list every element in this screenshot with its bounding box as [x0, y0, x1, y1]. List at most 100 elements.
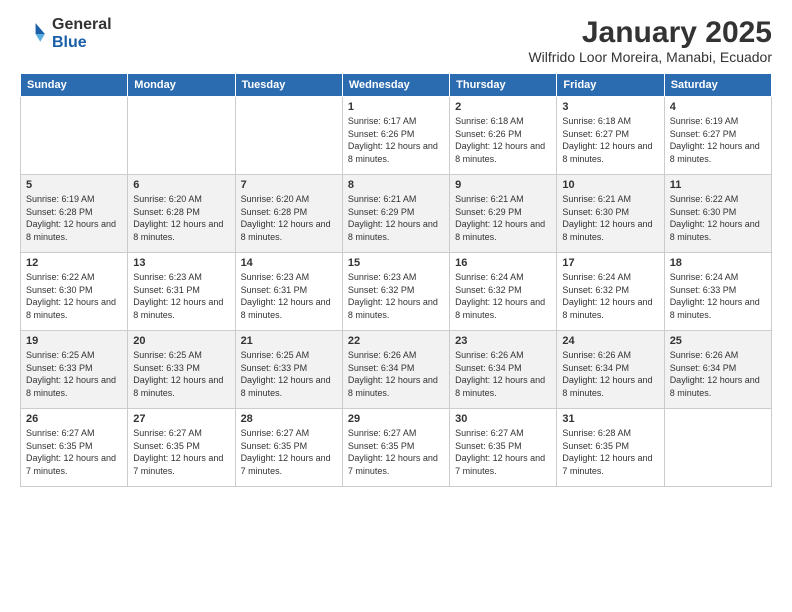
- day-info-line: Sunset: 6:35 PM: [348, 441, 415, 451]
- day-info-line: Sunrise: 6:26 AM: [670, 350, 739, 360]
- day-info-line: Daylight: 12 hours and 8 minutes.: [562, 375, 652, 398]
- day-info-line: Sunrise: 6:21 AM: [562, 194, 631, 204]
- table-row: 8Sunrise: 6:21 AMSunset: 6:29 PMDaylight…: [342, 175, 449, 253]
- day-info-line: Sunset: 6:27 PM: [562, 129, 629, 139]
- day-info-line: Sunset: 6:35 PM: [26, 441, 93, 451]
- day-info: Sunrise: 6:21 AMSunset: 6:29 PMDaylight:…: [348, 193, 444, 243]
- calendar-week-row: 1Sunrise: 6:17 AMSunset: 6:26 PMDaylight…: [21, 97, 772, 175]
- day-number: 10: [562, 179, 658, 191]
- header-tuesday: Tuesday: [235, 74, 342, 97]
- day-info-line: Daylight: 12 hours and 7 minutes.: [348, 453, 438, 476]
- day-number: 27: [133, 413, 229, 425]
- table-row: 10 Sunrise: 6:21 AM Sunset: 6:30 PM Dayligh…: [557, 175, 664, 253]
- header-sunday: Sunday: [21, 74, 128, 97]
- day-number: 14: [241, 257, 337, 269]
- header-thursday: Thursday: [450, 74, 557, 97]
- day-info: Sunrise: 6:24 AMSunset: 6:33 PMDaylight:…: [670, 271, 766, 321]
- day-info-line: Sunset: 6:30 PM: [562, 207, 629, 217]
- day-info-line: Sunrise: 6:20 AM: [241, 194, 310, 204]
- day-number: 4: [670, 101, 766, 113]
- days-header-row: Sunday Monday Tuesday Wednesday Thursday…: [21, 74, 772, 97]
- day-info-line: Sunrise: 6:25 AM: [241, 350, 310, 360]
- day-info-line: Sunrise: 6:26 AM: [455, 350, 524, 360]
- day-info-line: Sunset: 6:35 PM: [133, 441, 200, 451]
- title-block: January 2025 Wilfrido Loor Moreira, Mana…: [528, 16, 772, 65]
- day-info: Sunrise: 6:26 AMSunset: 6:34 PMDaylight:…: [348, 349, 444, 399]
- day-number: 20: [133, 335, 229, 347]
- day-info-line: Sunset: 6:26 PM: [455, 129, 522, 139]
- table-row: 29 Sunrise: 6:27 AMSunset: 6:35 PMDayligh…: [342, 409, 449, 487]
- day-info-line: Sunrise: 6:18 AM: [455, 116, 524, 126]
- day-info-line: Daylight: 12 hours and 8 minutes.: [455, 141, 545, 164]
- table-row: 13Sunrise: 6:23 AMSunset: 6:31 PMDayligh…: [128, 253, 235, 331]
- day-info-line: Sunset: 6:31 PM: [241, 285, 308, 295]
- day-number: 17: [562, 257, 658, 269]
- day-info-line: Daylight: 12 hours and 8 minutes.: [348, 375, 438, 398]
- day-info: Sunrise: 6:20 AMSunset: 6:28 PMDaylight:…: [241, 193, 337, 243]
- day-info-line: Sunrise: 6:27 AM: [455, 428, 524, 438]
- day-number: 25: [670, 335, 766, 347]
- day-number: 16: [455, 257, 551, 269]
- calendar-week-row: 12 Sunrise: 6:22 AMSunset: 6:30 PMDayligh…: [21, 253, 772, 331]
- table-row: 14Sunrise: 6:23 AMSunset: 6:31 PMDayligh…: [235, 253, 342, 331]
- day-info: Sunrise: 6:24 AMSunset: 6:32 PMDaylight:…: [455, 271, 551, 321]
- day-info-line: Sunrise: 6:21 AM: [348, 194, 417, 204]
- day-number: 15: [348, 257, 444, 269]
- calendar-week-row: 5Sunrise: 6:19 AMSunset: 6:28 PMDaylight…: [21, 175, 772, 253]
- page: General Blue January 2025 Wilfrido Loor …: [0, 0, 792, 612]
- day-info-line: Daylight: 12 hours and 8 minutes.: [26, 219, 116, 242]
- table-row: 1Sunrise: 6:17 AMSunset: 6:26 PMDaylight…: [342, 97, 449, 175]
- day-info: Sunrise: 6:25 AM Sunset: 6:33 PM Daylight:…: [241, 349, 337, 399]
- day-info-line: Daylight: 12 hours and 8 minutes.: [348, 297, 438, 320]
- table-row: 24Sunrise: 6:26 AMSunset: 6:34 PMDayligh…: [557, 331, 664, 409]
- table-row: 27Sunrise: 6:27 AMSunset: 6:35 PMDayligh…: [128, 409, 235, 487]
- header-wednesday: Wednesday: [342, 74, 449, 97]
- day-info-line: Daylight: 12 hours and 8 minutes.: [455, 297, 545, 320]
- table-row: 21Sunrise: 6:25 AMSunset: 6:33 PMDayligh…: [235, 331, 342, 409]
- table-row: [128, 97, 235, 175]
- day-info-line: Daylight: 12 hours and 8 minutes.: [455, 219, 545, 242]
- header-saturday: Saturday: [664, 74, 771, 97]
- day-number: 12: [26, 257, 122, 269]
- day-info-line: Sunset: 6:33 PM: [670, 285, 737, 295]
- header-monday: Monday: [128, 74, 235, 97]
- day-info: Sunrise: 6:22 AMSunset: 6:30 PMDaylight:…: [670, 193, 766, 243]
- day-number: 6: [133, 179, 229, 191]
- table-row: 26Sunrise: 6:27 AMSunset: 6:35 PMDayligh…: [21, 409, 128, 487]
- day-info-line: Sunrise: 6:27 AM: [133, 428, 202, 438]
- day-info-line: Sunset: 6:32 PM: [562, 285, 629, 295]
- day-info-line: Daylight: 12 hours and 8 minutes.: [241, 375, 331, 398]
- day-number: 22: [348, 335, 444, 347]
- day-number: 2: [455, 101, 551, 113]
- day-info: Sunrise: 6:22 AMSunset: 6:30 PMDaylight:…: [26, 271, 122, 321]
- day-info: Sunrise: 6:24 AMSunset: 6:32 PMDaylight:…: [562, 271, 658, 321]
- table-row: 2 Sunrise: 6:18 AM Sunset: 6:26 PM Daylight…: [450, 97, 557, 175]
- table-row: 9Sunrise: 6:21 AMSunset: 6:29 PMDaylight…: [450, 175, 557, 253]
- table-row: 18Sunrise: 6:24 AMSunset: 6:33 PMDayligh…: [664, 253, 771, 331]
- day-info-line: Sunset: 6:28 PM: [241, 207, 308, 217]
- day-info-line: Sunset: 6:33 PM: [241, 363, 308, 373]
- day-number: 5: [26, 179, 122, 191]
- day-info-line: Daylight: 12 hours and 8 minutes.: [562, 219, 652, 242]
- day-number: 7: [241, 179, 337, 191]
- day-number: 29: [348, 413, 444, 425]
- table-row: 30Sunrise: 6:27 AMSunset: 6:35 PMDayligh…: [450, 409, 557, 487]
- day-info: Sunrise: 6:28 AMSunset: 6:35 PMDaylight:…: [562, 427, 658, 477]
- day-info: Sunrise: 6:26 AMSunset: 6:34 PMDaylight:…: [670, 349, 766, 399]
- day-info-line: Sunset: 6:32 PM: [348, 285, 415, 295]
- table-row: 28Sunrise: 6:27 AMSunset: 6:35 PMDayligh…: [235, 409, 342, 487]
- table-row: 3Sunrise: 6:18 AMSunset: 6:27 PMDaylight…: [557, 97, 664, 175]
- day-info: Sunrise: 6:27 AMSunset: 6:35 PMDaylight:…: [348, 427, 444, 477]
- day-info: Sunrise: 6:27 AMSunset: 6:35 PMDaylight:…: [455, 427, 551, 477]
- day-info-line: Sunset: 6:31 PM: [133, 285, 200, 295]
- day-info-line: Sunset: 6:33 PM: [133, 363, 200, 373]
- day-info-line: Daylight: 12 hours and 8 minutes.: [455, 375, 545, 398]
- day-info: Sunrise: 6:27 AMSunset: 6:35 PMDaylight:…: [241, 427, 337, 477]
- day-number: 13: [133, 257, 229, 269]
- day-info-line: Daylight: 12 hours and 8 minutes.: [133, 297, 223, 320]
- day-info-line: Daylight: 12 hours and 8 minutes.: [26, 375, 116, 398]
- logo: General Blue: [20, 16, 112, 51]
- table-row: 17 Sunrise: 6:24 AMSunset: 6:32 PMDayligh…: [557, 253, 664, 331]
- day-info-line: Sunrise: 6:23 AM: [241, 272, 310, 282]
- header-friday: Friday: [557, 74, 664, 97]
